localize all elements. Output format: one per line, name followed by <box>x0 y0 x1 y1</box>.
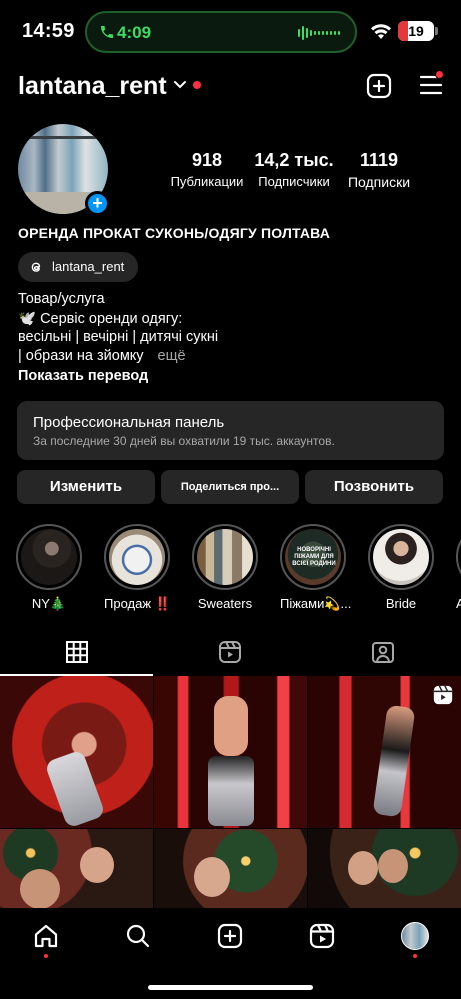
share-profile-button[interactable]: Поделиться про... <box>161 470 299 504</box>
professional-dashboard[interactable]: Профессиональная панель За последние 30 … <box>17 401 444 460</box>
post-thumbnail[interactable] <box>308 829 461 909</box>
dynamic-island-call[interactable]: 4:09 <box>85 11 357 53</box>
reel-indicator-icon <box>433 685 453 705</box>
highlight-cover-text: НОВОРІЧНІ ПІЖАМИ ДЛЯ ВСІЄЇ РОДИНИ <box>292 547 336 567</box>
audio-wave-icon <box>298 26 340 40</box>
grid-icon[interactable] <box>65 640 89 664</box>
search-icon[interactable] <box>125 923 151 949</box>
bio-line: | образи на зйомку ещё <box>18 348 186 364</box>
highlight-label: Bride <box>385 596 417 611</box>
stat-followers[interactable]: 14,2 тыс. Подписчики <box>253 150 335 189</box>
status-time: 14:59 <box>22 20 75 42</box>
reels-icon[interactable] <box>309 923 335 949</box>
bio-line: 🕊️ Сервіс оренди одягу: <box>18 311 183 327</box>
highlight-label: NY🎄 <box>31 596 67 611</box>
status-bar: 14:59 4:09 19 <box>0 0 461 62</box>
stat-following[interactable]: 1119 Подписки <box>340 150 418 190</box>
highlight-item[interactable]: Bride <box>368 524 434 611</box>
post-thumbnail[interactable] <box>154 829 307 909</box>
highlight-label: Піжами💫... <box>280 596 352 611</box>
edit-profile-button[interactable]: Изменить <box>17 470 155 504</box>
create-icon[interactable] <box>217 923 243 949</box>
phone-icon <box>101 26 113 38</box>
reels-icon[interactable] <box>218 640 242 664</box>
chevron-down-icon[interactable] <box>173 80 187 90</box>
highlight-label: Продаж ‼️ <box>104 596 171 611</box>
new-post-icon[interactable] <box>366 73 392 99</box>
profile-username[interactable]: lantana_rent <box>18 72 167 101</box>
home-notification-dot <box>44 954 48 958</box>
home-icon[interactable] <box>33 923 59 949</box>
highlight-item[interactable]: NY🎄 <box>16 524 82 612</box>
battery-tip <box>435 27 438 35</box>
profile-display-name: ОРЕНДА ПРОКАТ СУКОНЬ/ОДЯГУ ПОЛТАВА <box>18 225 331 241</box>
bio-category: Товар/услуга <box>18 291 105 307</box>
threads-icon <box>31 262 41 272</box>
post-thumbnail[interactable] <box>0 676 153 828</box>
highlight-item[interactable]: НОВОРІЧНІ ПІЖАМИ ДЛЯ ВСІЄЇ РОДИНИ Піжами… <box>280 524 352 612</box>
post-thumbnail[interactable] <box>154 676 307 828</box>
highlight-label: А <box>456 596 461 611</box>
highlight-item[interactable]: Продаж ‼️ <box>104 524 171 612</box>
profile-avatar[interactable] <box>401 922 429 950</box>
stat-posts[interactable]: 918 Публикации <box>168 150 246 189</box>
pro-dashboard-title: Профессиональная панель <box>33 414 225 431</box>
highlight-item[interactable]: А <box>456 524 461 611</box>
pro-dashboard-subtitle: За последние 30 дней вы охватили 19 тыс.… <box>33 434 335 448</box>
show-translation-link[interactable]: Показать перевод <box>18 368 148 384</box>
threads-link[interactable]: lantana_rent <box>18 252 138 282</box>
account-notification-dot <box>193 81 201 89</box>
add-story-icon[interactable]: + <box>85 191 110 216</box>
post-thumbnail[interactable] <box>0 829 153 909</box>
menu-notification-dot <box>435 70 444 79</box>
call-duration: 4:09 <box>117 23 152 42</box>
wifi-icon <box>371 24 391 39</box>
battery-indicator: 19 <box>398 21 434 41</box>
bio-line-text: | образи на зйомку <box>18 348 144 364</box>
profile-notification-dot <box>413 954 417 958</box>
home-indicator <box>148 985 313 990</box>
call-button[interactable]: Позвонить <box>305 470 443 504</box>
bio-line: весільні | вечірні | дитячі сукні <box>18 329 219 345</box>
highlight-label: Sweaters <box>197 596 253 611</box>
bio-more-link[interactable]: ещё <box>158 348 186 364</box>
threads-label: lantana_rent <box>52 259 125 274</box>
tagged-icon[interactable] <box>371 640 395 664</box>
highlight-item[interactable]: Sweaters <box>192 524 258 611</box>
